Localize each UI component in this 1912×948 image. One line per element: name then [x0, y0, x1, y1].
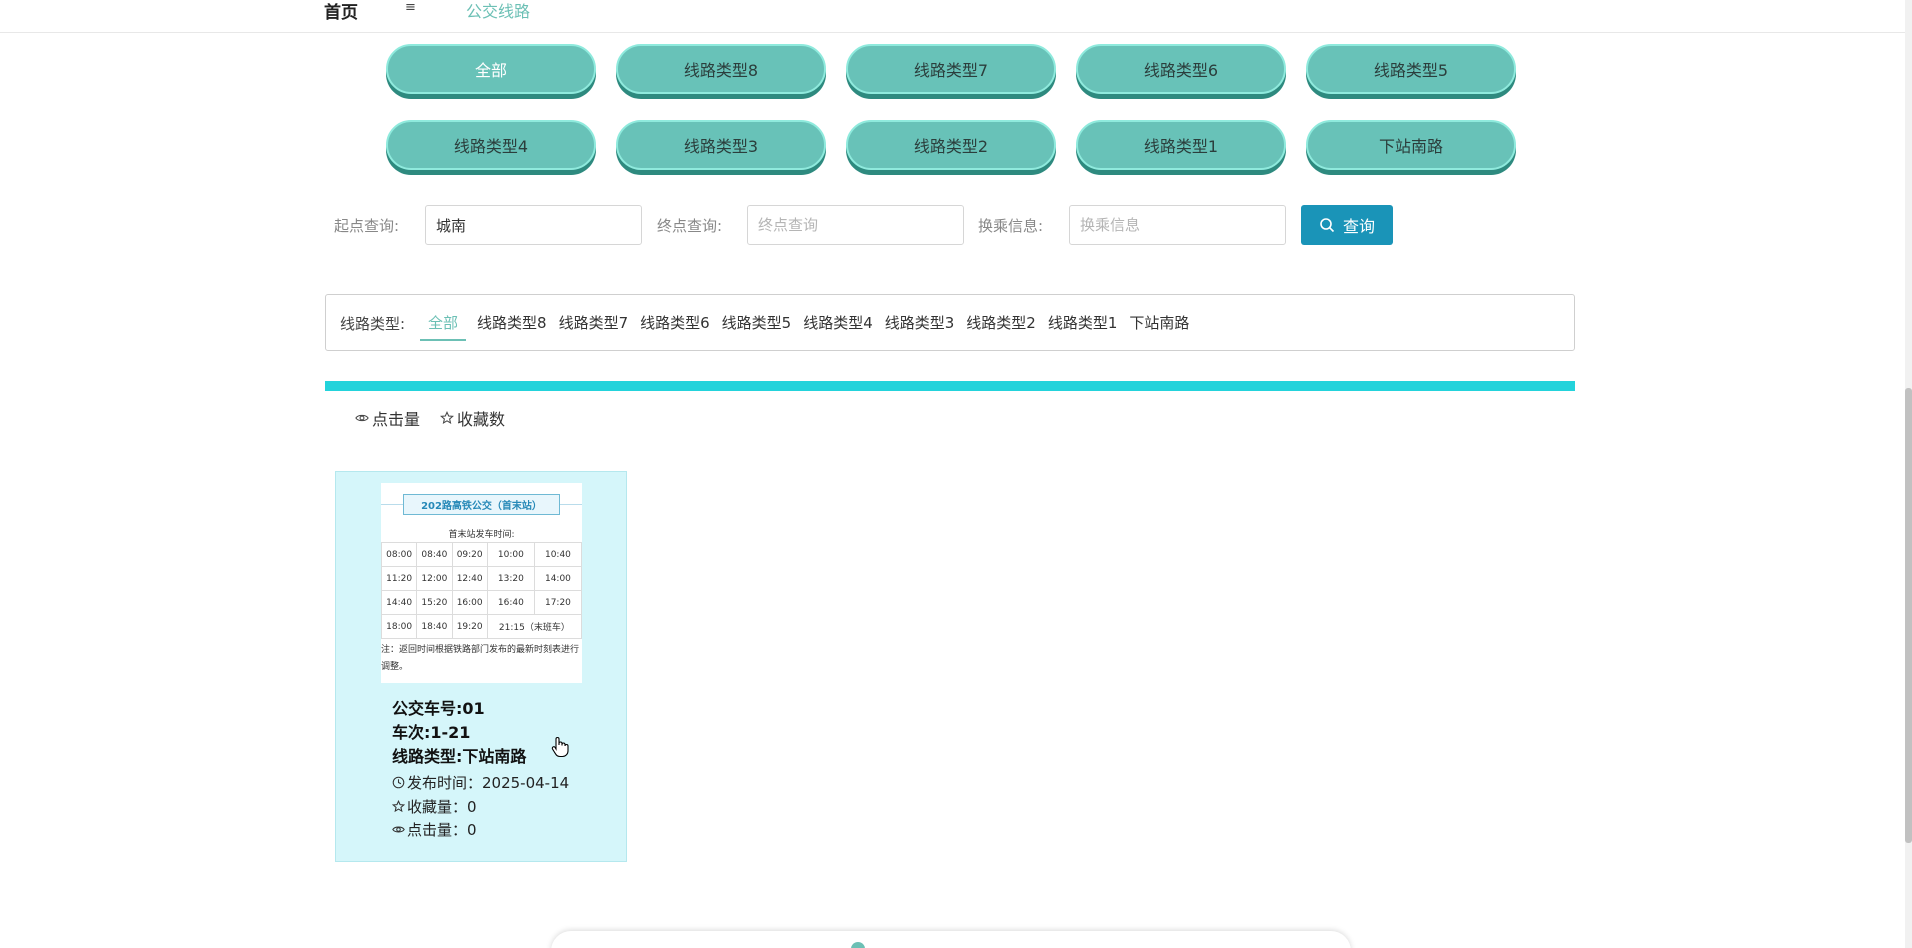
card-clicks: 点击量：0: [392, 819, 477, 840]
search-icon: [1320, 218, 1335, 233]
filter-tag-type2[interactable]: 线路类型2: [965, 312, 1037, 341]
publish-time-text: 发布时间：2025-04-14: [407, 774, 570, 792]
timetable-grid: 08:00 08:40 09:20 10:00 10:40 11:20 12:0…: [381, 542, 582, 639]
filter-tag-type6[interactable]: 线路类型6: [639, 312, 711, 341]
table-cell: 10:40: [533, 542, 582, 567]
category-button-type7[interactable]: 线路类型7: [846, 44, 1056, 94]
eye-icon: [392, 826, 405, 833]
filter-tag-type4[interactable]: 线路类型4: [802, 312, 874, 341]
table-cell: 09:20: [451, 542, 488, 567]
route-card[interactable]: 202路高铁公交（首末站） 首末站发车时间: 08:00 08:40 09:20…: [335, 471, 627, 862]
table-cell: 16:40: [486, 590, 535, 615]
route-type-filter-tags: 全部 线路类型8 线路类型7 线路类型6 线路类型5 线路类型4 线路类型3 线…: [420, 312, 1190, 341]
table-cell: 08:40: [416, 542, 453, 567]
table-cell: 11:20: [381, 566, 418, 591]
sort-options: 点击量 收藏数: [355, 406, 505, 430]
category-button-type5[interactable]: 线路类型5: [1306, 44, 1516, 94]
table-cell: 10:00: [486, 542, 535, 567]
page: 首页 ≡ 公交线路 全部 线路类型8 线路类型7 线路类型6 线路类型5 线路类…: [0, 0, 1912, 948]
eye-icon: [355, 414, 369, 422]
table-cell: 15:20: [416, 590, 453, 615]
card-publish-time: 发布时间：2025-04-14: [392, 772, 569, 793]
table-cell: 18:00: [381, 614, 418, 639]
bottom-panel: [551, 931, 1351, 948]
favorites-text: 收藏量：0: [407, 798, 477, 816]
start-query-label: 起点查询:: [334, 217, 400, 235]
start-query-input[interactable]: [425, 205, 642, 245]
hand-cursor-icon: [551, 737, 569, 758]
card-route-type: 线路类型:下站南路: [392, 747, 527, 766]
category-button-type1[interactable]: 线路类型1: [1076, 120, 1286, 170]
table-cell: 16:00: [451, 590, 488, 615]
timetable-subtitle: 首末站发车时间:: [448, 530, 515, 540]
sort-by-favorites[interactable]: 收藏数: [440, 406, 505, 430]
star-icon: [440, 411, 454, 424]
filter-tag-type8[interactable]: 线路类型8: [476, 312, 548, 341]
end-query-input[interactable]: [747, 205, 964, 245]
category-button-all[interactable]: 全部: [386, 44, 596, 94]
table-row: 11:20 12:00 12:40 13:20 14:00: [381, 566, 582, 591]
sort-by-favorites-label: 收藏数: [457, 410, 506, 429]
filter-tag-xiazhannanlu[interactable]: 下站南路: [1128, 312, 1190, 341]
category-button-type3[interactable]: 线路类型3: [616, 120, 826, 170]
route-type-filter-label: 线路类型:: [340, 315, 406, 333]
divider-bar: [325, 381, 1575, 391]
search-button[interactable]: 查询: [1301, 205, 1393, 245]
home-link[interactable]: 首页: [324, 0, 358, 23]
sort-by-clicks-label: 点击量: [372, 410, 421, 429]
table-cell: 08:00: [381, 542, 418, 567]
table-cell: 13:20: [486, 566, 535, 591]
filter-tag-all[interactable]: 全部: [420, 312, 467, 341]
table-cell: 12:40: [451, 566, 488, 591]
clock-icon: [392, 776, 405, 789]
transfer-info-input[interactable]: [1069, 205, 1286, 245]
table-row: 18:00 18:40 19:20 21:15（末班车）: [381, 614, 582, 639]
star-icon: [392, 800, 405, 813]
indicator-dot: [851, 942, 865, 948]
category-button-type4[interactable]: 线路类型4: [386, 120, 596, 170]
table-cell: 18:40: [416, 614, 453, 639]
table-row: 08:00 08:40 09:20 10:00 10:40: [381, 542, 582, 567]
scrollbar-thumb[interactable]: [1905, 388, 1912, 843]
breadcrumb-current[interactable]: 公交线路: [466, 0, 530, 22]
filter-tag-type5[interactable]: 线路类型5: [721, 312, 793, 341]
category-button-type8[interactable]: 线路类型8: [616, 44, 826, 94]
card-bus-number: 公交车号:01: [392, 699, 485, 718]
timetable-image: 202路高铁公交（首末站） 首末站发车时间: 08:00 08:40 09:20…: [381, 483, 582, 683]
filter-tag-type1[interactable]: 线路类型1: [1047, 312, 1119, 341]
clicks-text: 点击量：0: [407, 821, 477, 839]
category-button-type2[interactable]: 线路类型2: [846, 120, 1056, 170]
timetable-note: 注：返回时间根据铁路部门发布的最新时刻表进行调整。: [381, 645, 580, 672]
table-cell: 14:00: [533, 566, 582, 591]
table-cell: 14:40: [381, 590, 418, 615]
table-row: 14:40 15:20 16:00 16:40 17:20: [381, 590, 582, 615]
transfer-info-label: 换乘信息:: [978, 217, 1044, 235]
card-favorites: 收藏量：0: [392, 796, 477, 817]
category-button-xiazhannanlu[interactable]: 下站南路: [1306, 120, 1516, 170]
timetable-title: 202路高铁公交（首末站）: [403, 494, 560, 515]
card-trip: 车次:1-21: [392, 723, 471, 742]
menu-icon[interactable]: ≡: [405, 0, 416, 15]
table-cell: 17:20: [533, 590, 582, 615]
filter-tag-type7[interactable]: 线路类型7: [558, 312, 630, 341]
end-query-label: 终点查询:: [657, 217, 723, 235]
sort-by-clicks[interactable]: 点击量: [355, 406, 420, 430]
search-button-label: 查询: [1342, 217, 1375, 236]
table-cell: 21:15（末班车）: [486, 614, 582, 639]
table-cell: 19:20: [451, 614, 488, 639]
table-cell: 12:00: [416, 566, 453, 591]
scrollbar[interactable]: [1905, 0, 1912, 948]
filter-tag-type3[interactable]: 线路类型3: [884, 312, 956, 341]
top-nav-bar: 首页 ≡ 公交线路: [0, 0, 1905, 33]
category-button-type6[interactable]: 线路类型6: [1076, 44, 1286, 94]
